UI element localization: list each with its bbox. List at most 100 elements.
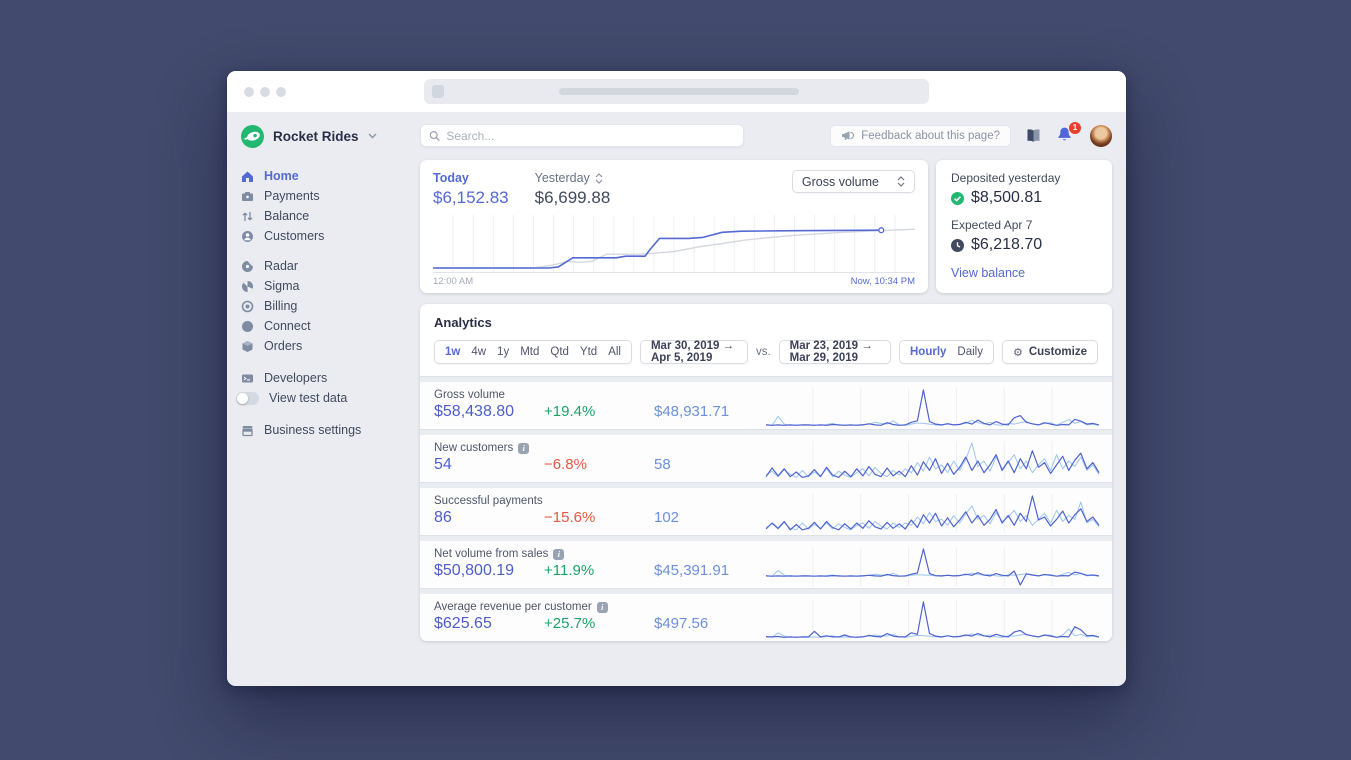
today-volume-chart bbox=[433, 215, 916, 273]
orders-icon bbox=[241, 340, 254, 353]
sidebar-item-sigma[interactable]: Sigma bbox=[241, 276, 420, 296]
analytics-title: Analytics bbox=[434, 315, 492, 330]
previous-range-picker[interactable]: Mar 23, 2019 → Mar 29, 2019 bbox=[778, 340, 891, 364]
metric-select-value: Gross volume bbox=[801, 174, 879, 189]
feedback-label: Feedback about this page? bbox=[861, 129, 1000, 142]
period-ytd[interactable]: Ytd bbox=[580, 346, 597, 358]
account-switcher[interactable]: Rocket Rides bbox=[241, 123, 420, 149]
sidebar-item-label: Orders bbox=[264, 339, 303, 353]
user-avatar[interactable] bbox=[1090, 124, 1112, 147]
clock-icon bbox=[951, 238, 964, 252]
deposited-value-row: $8,500.81 bbox=[951, 189, 1097, 207]
sidebar-item-balance[interactable]: Balance bbox=[241, 206, 420, 226]
analytics-controls: 1w 4w 1y Mtd Qtd Ytd All Mar 30, 2019 → … bbox=[420, 330, 1112, 376]
new-customers-sparkline bbox=[765, 441, 1100, 481]
current-range-picker[interactable]: Mar 30, 2019 → Apr 5, 2019 bbox=[639, 340, 748, 364]
favicon-placeholder bbox=[432, 85, 444, 98]
window-close-button[interactable] bbox=[244, 87, 254, 97]
sidebar-item-view-test-data[interactable]: View test data bbox=[236, 388, 420, 408]
axis-end-label: Now, 10:34 PM bbox=[850, 276, 915, 287]
period-all[interactable]: All bbox=[608, 346, 621, 358]
sidebar-item-label: Business settings bbox=[264, 423, 362, 437]
business-settings-icon bbox=[241, 424, 254, 437]
test-data-toggle[interactable] bbox=[236, 391, 259, 405]
sidebar-item-label: Radar bbox=[264, 259, 299, 273]
metric-delta: −6.8% bbox=[544, 456, 587, 473]
view-balance-link[interactable]: View balance bbox=[951, 266, 1097, 280]
period-mtd[interactable]: Mtd bbox=[520, 346, 539, 358]
metric-comparison-value: $497.56 bbox=[654, 615, 709, 632]
metric-primary-value: $58,438.80 bbox=[434, 403, 515, 420]
feedback-button[interactable]: Feedback about this page? bbox=[830, 124, 1011, 147]
period-qtd[interactable]: Qtd bbox=[550, 346, 569, 358]
today-label: Today bbox=[433, 171, 469, 185]
info-icon[interactable]: i bbox=[596, 601, 608, 613]
metric-row-successful-payments[interactable]: Successful paymentsi 86 −15.6% 102 bbox=[420, 488, 1112, 535]
sidebar-item-payments[interactable]: Payments bbox=[241, 186, 420, 206]
successful-payments-sparkline bbox=[765, 494, 1100, 534]
gear-icon: ⚙ bbox=[1012, 345, 1023, 359]
dashboard-app: Rocket Rides Home Payments Balance Custo… bbox=[227, 112, 1126, 686]
sidebar-item-home[interactable]: Home bbox=[241, 166, 420, 186]
metric-delta: +11.9% bbox=[544, 562, 595, 579]
sidebar-item-customers[interactable]: Customers bbox=[241, 226, 420, 246]
sidebar-item-orders[interactable]: Orders bbox=[241, 336, 420, 356]
customize-button[interactable]: ⚙ Customize bbox=[1001, 340, 1098, 364]
payments-icon bbox=[241, 190, 254, 203]
info-icon[interactable]: i bbox=[553, 548, 565, 560]
overview-row: Today $6,152.83 Yesterday $6,699.88 Gros… bbox=[420, 160, 1112, 293]
url-bar[interactable] bbox=[424, 79, 929, 104]
megaphone-icon bbox=[842, 131, 855, 140]
topbar: Feedback about this page? 1 bbox=[420, 121, 1112, 147]
deposited-value: $8,500.81 bbox=[971, 189, 1043, 206]
metric-delta: +19.4% bbox=[544, 403, 596, 420]
sidebar-item-radar[interactable]: Radar bbox=[241, 256, 420, 276]
sort-chevrons-icon bbox=[595, 172, 603, 184]
search-bar[interactable] bbox=[420, 124, 744, 147]
check-circle-icon bbox=[951, 191, 964, 205]
expected-value-row: $6,218.70 bbox=[951, 236, 1097, 254]
interval-hourly[interactable]: Hourly bbox=[910, 346, 946, 358]
gross-volume-sparkline bbox=[765, 388, 1100, 428]
today-value: $6,152.83 bbox=[433, 188, 509, 207]
metric-delta: +25.7% bbox=[544, 615, 596, 632]
window-minimize-button[interactable] bbox=[260, 87, 270, 97]
main-content: Feedback about this page? 1 Today bbox=[420, 112, 1112, 641]
metric-row-gross-volume[interactable]: Gross volumei $58,438.80 +19.4% $48,931.… bbox=[420, 382, 1112, 429]
interval-daily[interactable]: Daily bbox=[957, 346, 983, 358]
customize-label: Customize bbox=[1028, 346, 1087, 358]
billing-icon bbox=[241, 300, 254, 313]
sidebar-item-developers[interactable]: Developers bbox=[241, 368, 420, 388]
net-volume-sparkline bbox=[765, 547, 1100, 587]
window-zoom-button[interactable] bbox=[276, 87, 286, 97]
sidebar-item-label: Developers bbox=[264, 371, 328, 385]
search-icon bbox=[429, 130, 440, 141]
docs-icon[interactable] bbox=[1025, 128, 1042, 144]
search-input[interactable] bbox=[446, 128, 735, 143]
period-1y[interactable]: 1y bbox=[497, 346, 509, 358]
sidebar-nav: Home Payments Balance Customers Radar Si… bbox=[236, 166, 420, 440]
metric-row-new-customers[interactable]: New customers i 54 −6.8% 58 bbox=[420, 435, 1112, 482]
metric-select[interactable]: Gross volume bbox=[791, 170, 915, 193]
yesterday-label-text: Yesterday bbox=[534, 171, 590, 185]
interval-selector: Hourly Daily bbox=[898, 340, 994, 364]
sidebar-item-business-settings[interactable]: Business settings bbox=[241, 420, 420, 440]
deposits-card: Deposited yesterday $8,500.81 Expected A… bbox=[936, 160, 1112, 293]
axis-start-label: 12:00 AM bbox=[433, 276, 474, 287]
metric-row-average-revenue[interactable]: Average revenue per customer i $625.65 +2… bbox=[420, 594, 1112, 641]
chart-axis-labels: 12:00 AM Now, 10:34 PM bbox=[433, 276, 915, 287]
notifications-button[interactable]: 1 bbox=[1056, 121, 1081, 146]
sidebar-item-connect[interactable]: Connect bbox=[241, 316, 420, 336]
sidebar-item-label: Balance bbox=[264, 209, 310, 223]
sidebar-item-billing[interactable]: Billing bbox=[241, 296, 420, 316]
info-icon[interactable]: i bbox=[518, 442, 530, 454]
yesterday-label[interactable]: Yesterday bbox=[535, 171, 611, 185]
average-revenue-sparkline bbox=[765, 600, 1100, 640]
metric-row-net-volume[interactable]: Net volume from sales i $50,800.19 +11.9%… bbox=[420, 541, 1112, 588]
metric-comparison-value: 58 bbox=[654, 456, 671, 473]
period-4w[interactable]: 4w bbox=[471, 346, 486, 358]
period-1w[interactable]: 1w bbox=[445, 346, 460, 358]
yesterday-metric: Yesterday $6,699.88 bbox=[535, 171, 611, 208]
metric-primary-value: 54 bbox=[434, 456, 452, 473]
metric-primary-value: 86 bbox=[434, 509, 452, 526]
